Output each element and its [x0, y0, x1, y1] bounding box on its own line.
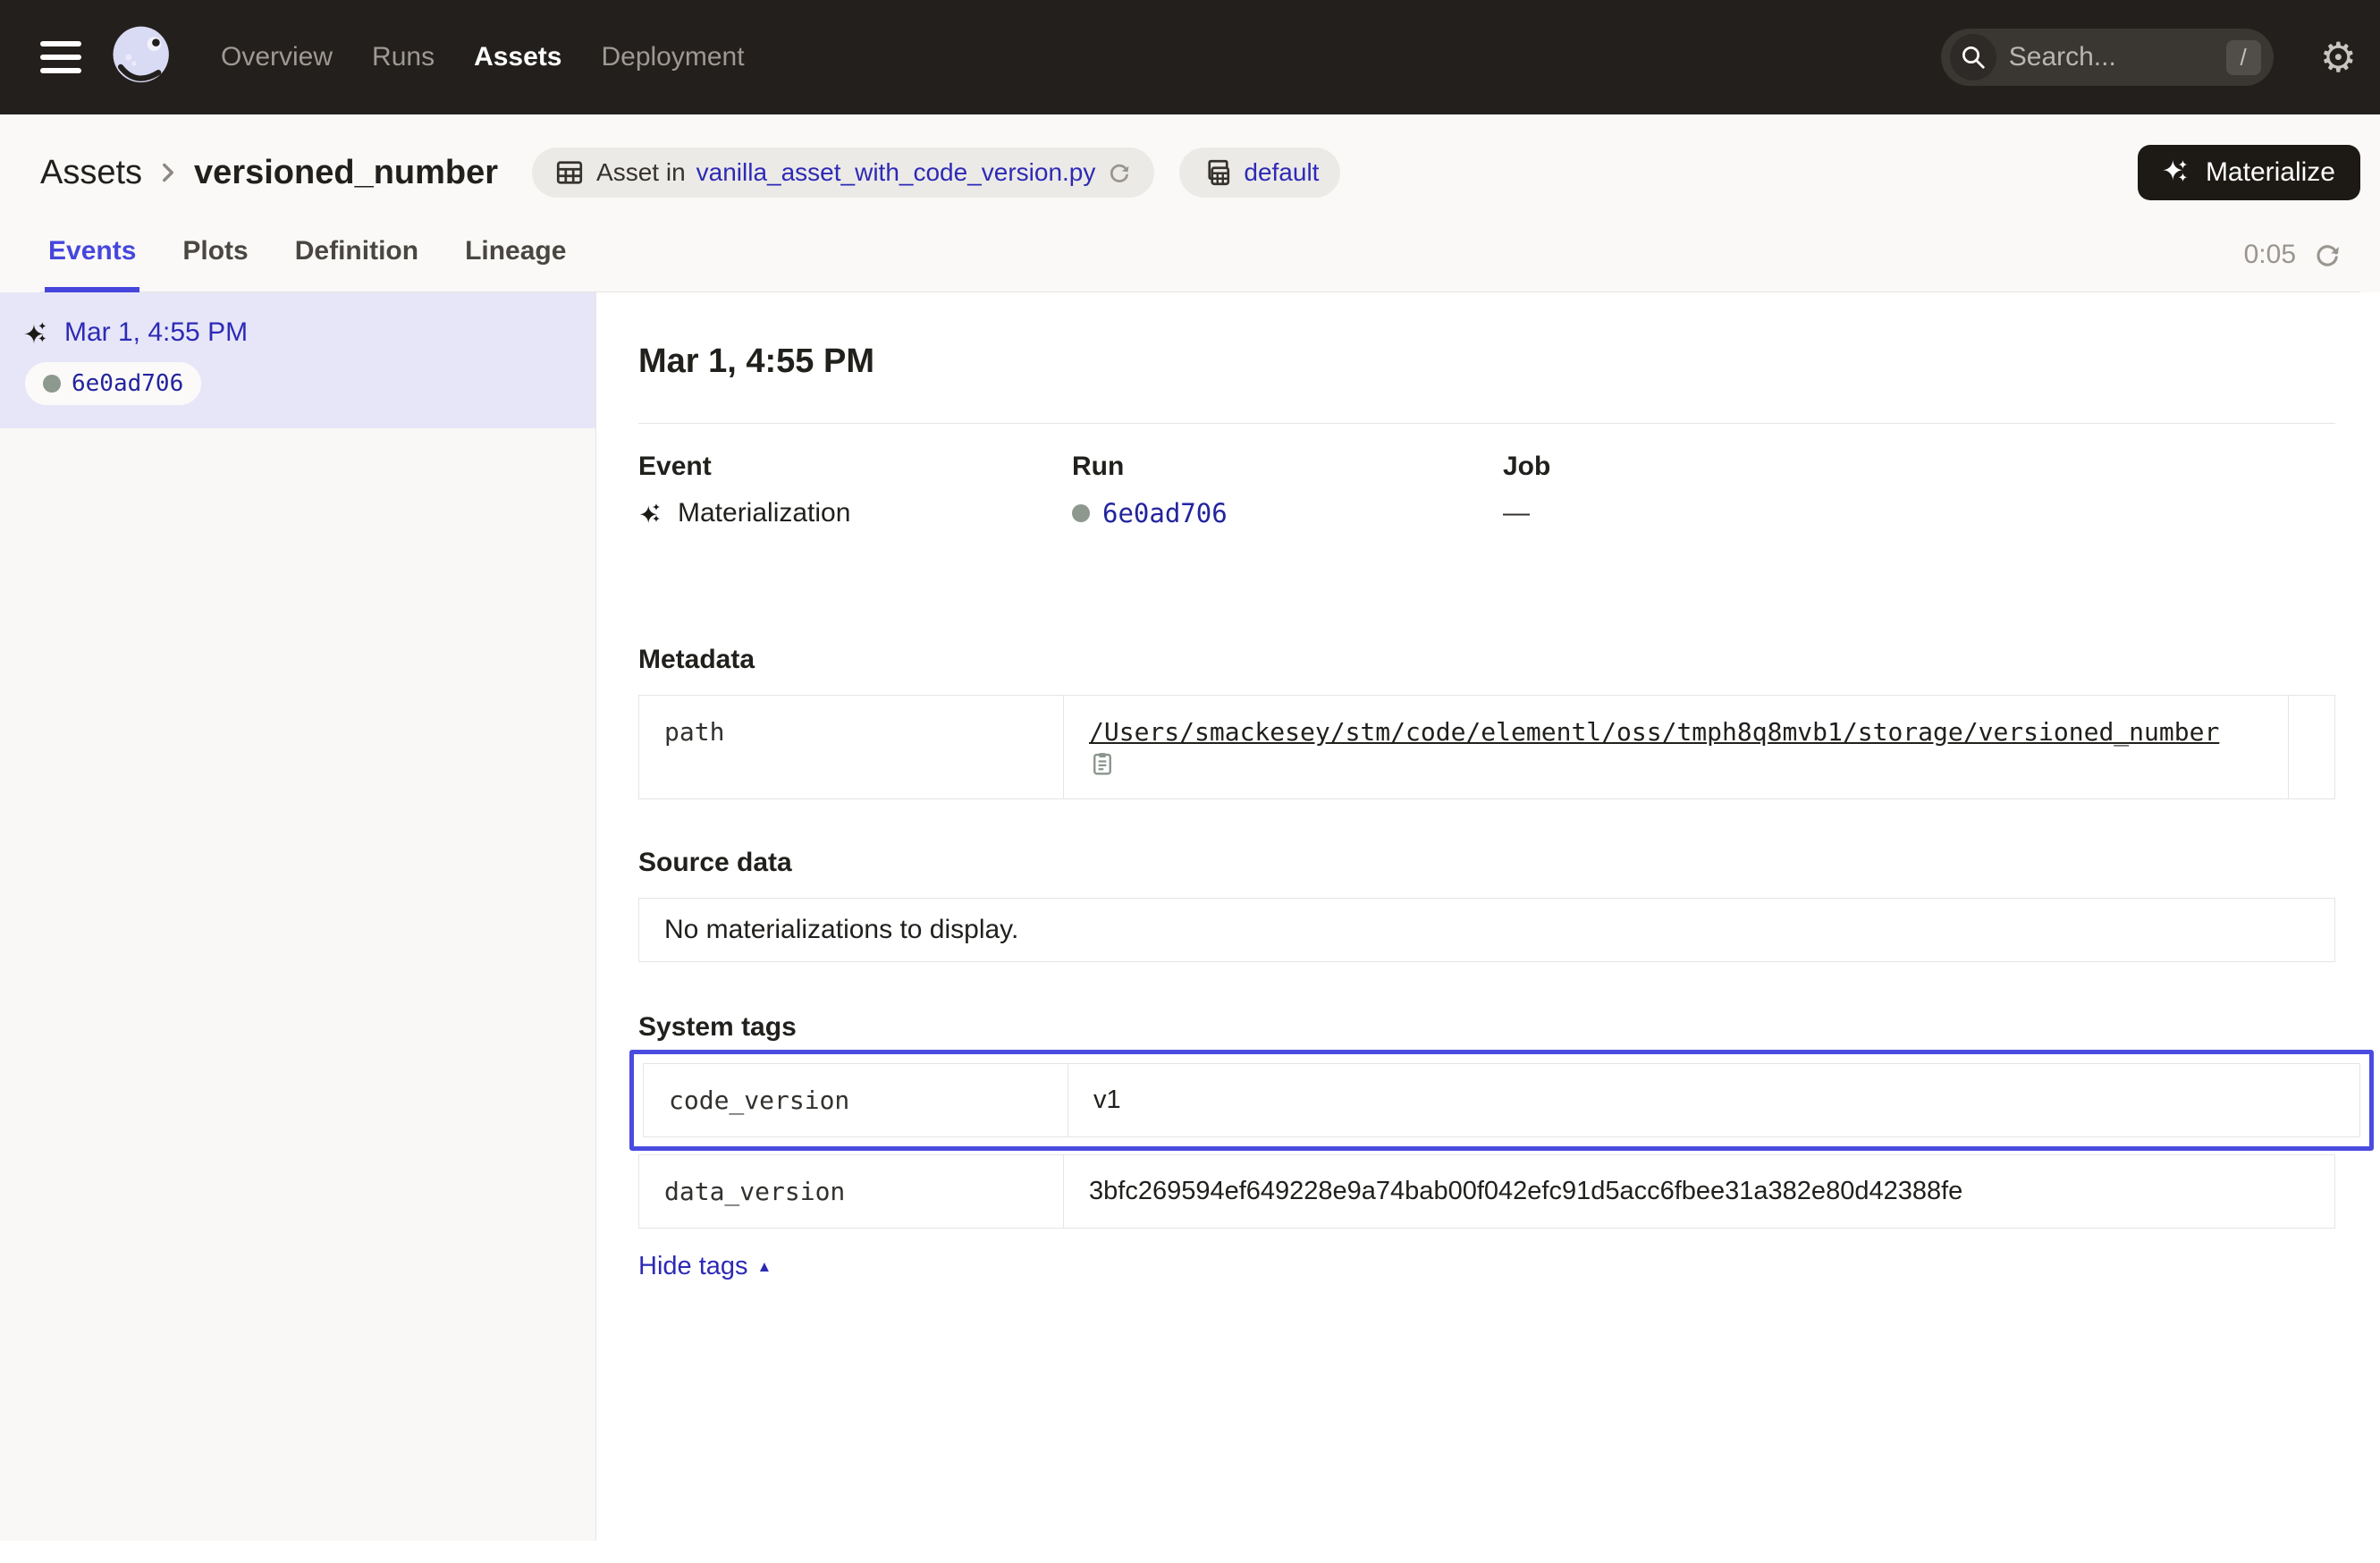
tab-lineage[interactable]: Lineage — [461, 236, 570, 291]
run-column-label: Run — [1072, 452, 1503, 482]
hamburger-menu-icon[interactable] — [40, 41, 81, 73]
repository-grid-icon — [1201, 156, 1233, 189]
metadata-path-link[interactable]: /Users/smackesey/stm/code/elementl/oss/t… — [1089, 717, 2219, 747]
nav-overview[interactable]: Overview — [221, 42, 333, 72]
nav-assets[interactable]: Assets — [474, 42, 561, 72]
refresh-icon[interactable] — [2312, 240, 2342, 270]
event-type-value: Materialization — [678, 498, 850, 528]
repository-link[interactable]: default — [1244, 158, 1319, 187]
run-id-link[interactable]: 6e0ad706 — [1102, 498, 1228, 528]
nav-runs[interactable]: Runs — [372, 42, 435, 72]
page-header: Assets versioned_number Asset in vanilla… — [0, 114, 2380, 292]
tab-definition[interactable]: Definition — [291, 236, 422, 291]
run-id: 6e0ad706 — [72, 370, 183, 397]
search-shortcut-key: / — [2226, 40, 2261, 75]
table-row: code_version v1 — [644, 1064, 2359, 1136]
repository-badge: default — [1179, 148, 1340, 198]
dagster-logo[interactable] — [108, 22, 178, 92]
chevron-right-icon — [156, 157, 180, 188]
hide-tags-link[interactable]: Hide tags ▲ — [638, 1252, 772, 1281]
job-column-label: Job — [1503, 452, 2335, 482]
asset-definition-badge: Asset in vanilla_asset_with_code_version… — [532, 148, 1154, 198]
table-row: data_version 3bfc269594ef649228e9a74bab0… — [639, 1155, 2334, 1228]
metadata-key: path — [639, 696, 1063, 798]
tab-plots[interactable]: Plots — [179, 236, 251, 291]
event-list-sidebar: Mar 1, 4:55 PM 6e0ad706 — [0, 292, 596, 1541]
metadata-row-end-cell — [2288, 696, 2339, 798]
tag-key: code_version — [644, 1064, 1068, 1136]
tag-value: v1 — [1068, 1064, 2359, 1136]
settings-gear-icon[interactable]: ⚙ — [2320, 37, 2357, 78]
event-list-item-selected[interactable]: Mar 1, 4:55 PM 6e0ad706 — [0, 292, 595, 428]
tab-bar: Events Plots Definition Lineage 0:05 — [40, 236, 2360, 292]
asset-file-link[interactable]: vanilla_asset_with_code_version.py — [696, 158, 1096, 187]
breadcrumb-assets-link[interactable]: Assets — [40, 154, 142, 192]
page-title: versioned_number — [194, 154, 498, 192]
source-data-heading: Source data — [638, 848, 2335, 878]
event-timestamp-link[interactable]: Mar 1, 4:55 PM — [64, 317, 248, 348]
sparkle-icon — [2163, 157, 2193, 188]
system-tags-table: data_version 3bfc269594ef649228e9a74bab0… — [638, 1154, 2335, 1229]
hide-tags-label: Hide tags — [638, 1252, 748, 1281]
event-column-label: Event — [638, 452, 1072, 482]
metadata-heading: Metadata — [638, 645, 2335, 675]
run-badge[interactable]: 6e0ad706 — [25, 362, 201, 405]
search-icon — [1950, 34, 1996, 80]
divider — [638, 423, 2335, 424]
tab-events[interactable]: Events — [45, 236, 139, 291]
system-tags-table: code_version v1 — [643, 1063, 2360, 1137]
job-value: — — [1503, 498, 1530, 528]
copy-clipboard-icon[interactable] — [1089, 750, 2263, 777]
materialization-sparkle-icon — [638, 500, 665, 527]
materialization-sparkle-icon — [23, 318, 52, 347]
source-data-empty-message: No materializations to display. — [638, 898, 2335, 962]
run-status-dot — [1072, 504, 1090, 522]
triangle-up-icon: ▲ — [757, 1258, 772, 1276]
primary-nav: Overview Runs Assets Deployment — [221, 42, 745, 72]
search-input[interactable] — [2009, 42, 2197, 72]
event-detail-title: Mar 1, 4:55 PM — [638, 342, 2335, 381]
reload-icon[interactable] — [1106, 159, 1133, 186]
materialize-label: Materialize — [2206, 157, 2335, 188]
breadcrumb: Assets versioned_number Asset in vanilla… — [40, 145, 2360, 200]
refresh-countdown: 0:05 — [2244, 240, 2296, 270]
asset-badge-prefix: Asset in — [596, 158, 686, 187]
search-box[interactable]: / — [1941, 29, 2274, 86]
top-nav: Overview Runs Assets Deployment / ⚙ — [0, 0, 2380, 114]
event-detail-panel: Mar 1, 4:55 PM Event Materialization Run — [596, 292, 2380, 1541]
materialize-button[interactable]: Materialize — [2138, 145, 2360, 200]
tag-key: data_version — [639, 1155, 1063, 1228]
tag-value: 3bfc269594ef649228e9a74bab00f042efc91d5a… — [1063, 1155, 2334, 1228]
run-status-dot — [43, 375, 61, 393]
asset-table-icon — [553, 156, 586, 189]
table-row: path /Users/smackesey/stm/code/elementl/… — [639, 696, 2334, 798]
system-tags-heading: System tags — [638, 1012, 2335, 1043]
nav-deployment[interactable]: Deployment — [601, 42, 744, 72]
code-version-highlight-box: code_version v1 — [629, 1050, 2374, 1151]
metadata-table: path /Users/smackesey/stm/code/elementl/… — [638, 695, 2335, 799]
